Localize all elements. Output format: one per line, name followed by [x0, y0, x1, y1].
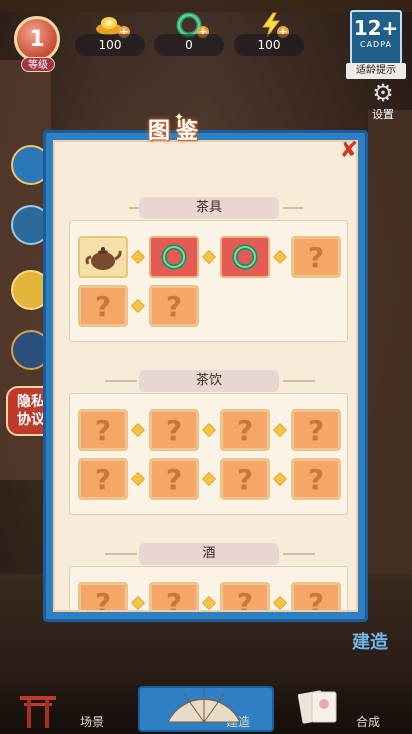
item-tile-locked[interactable]: ? [291, 582, 341, 612]
item-tile-locked[interactable]: ? [149, 409, 199, 451]
item-tile-locked[interactable]: ? [220, 458, 270, 500]
section-panel-wine: ? ? ? ? [69, 566, 348, 612]
gold-value: 100 [98, 38, 122, 52]
collection-modal: 茶具 ? ? ? 茶饮 ? ? ? ? ? ? ? ? 酒 ? ? ? ? [43, 130, 368, 622]
question-icon: ? [236, 462, 254, 496]
divider-line [105, 553, 137, 555]
level-label: 等级 [21, 57, 55, 72]
gold-counter: 100 [75, 34, 145, 56]
arrow-icon [272, 471, 288, 487]
question-icon: ? [307, 462, 325, 496]
question-icon: ? [307, 413, 325, 447]
section-title: 茶饮 [139, 370, 279, 392]
item-tile-locked[interactable]: ? [149, 458, 199, 500]
section-panel-tea-ware: ? ? ? [69, 220, 348, 342]
arrow-icon [201, 422, 217, 438]
question-icon: ? [236, 586, 254, 612]
item-tile-locked[interactable]: ? [149, 285, 199, 327]
bottom-nav: 场景 建造 合成 [0, 686, 412, 734]
section-title: 茶具 [139, 197, 279, 219]
arrow-icon [272, 595, 288, 610]
item-tile-locked[interactable]: ? [291, 236, 341, 278]
age-rating-value: 12+ [353, 16, 399, 40]
arrow-icon [272, 249, 288, 265]
item-tile-locked[interactable]: ? [220, 409, 270, 451]
item-tile-teapot[interactable] [78, 236, 128, 278]
question-icon: ? [94, 413, 112, 447]
question-icon: ? [307, 240, 325, 274]
arrow-icon [130, 298, 146, 314]
item-tile-jade-1[interactable] [149, 236, 199, 278]
fan-icon [158, 688, 250, 724]
nav-item-scene[interactable]: 场景 [80, 713, 104, 730]
modal-body: 茶具 ? ? ? 茶饮 ? ? ? ? ? ? ? ? 酒 ? ? ? ? [53, 140, 358, 612]
gear-icon: ⚙ [372, 79, 394, 107]
privacy-label: 隐私协议 [17, 394, 45, 428]
item-tile-locked[interactable]: ? [220, 582, 270, 612]
question-icon: ? [94, 289, 112, 323]
jade-bracelet-icon [232, 244, 258, 270]
teapot-icon [85, 247, 122, 270]
level-badge[interactable]: 1 [14, 16, 60, 62]
arrow-icon [130, 471, 146, 487]
section-title: 酒 [139, 543, 279, 565]
jade-value: 0 [185, 38, 193, 52]
settings-label: 设置 [372, 108, 394, 121]
settings-button[interactable]: ⚙ 设置 [368, 80, 398, 122]
divider-line [283, 207, 303, 209]
jade-counter: 0 [154, 34, 224, 56]
question-icon: ? [307, 586, 325, 612]
age-rating-label[interactable]: 适龄提示 [346, 63, 406, 79]
arrow-icon [272, 422, 288, 438]
section-header-wine: 酒 [55, 543, 356, 565]
item-tile-locked[interactable]: ? [291, 458, 341, 500]
question-icon: ? [94, 586, 112, 612]
divider-line [283, 553, 315, 555]
level-value: 1 [29, 26, 45, 52]
energy-counter: 100 [234, 34, 304, 56]
arrow-icon [201, 471, 217, 487]
cards-icon[interactable] [296, 688, 342, 726]
arrow-icon [201, 249, 217, 265]
item-tile-locked[interactable]: ? [149, 582, 199, 612]
divider-line [283, 380, 315, 382]
sparkle-icon: ✦ [174, 110, 185, 124]
divider-line [105, 380, 137, 382]
question-icon: ? [165, 586, 183, 612]
question-icon: ? [165, 289, 183, 323]
section-header-tea-drinks: 茶饮 [55, 370, 356, 392]
item-tile-locked[interactable]: ? [78, 409, 128, 451]
arrow-icon [201, 595, 217, 610]
item-tile-locked[interactable]: ? [291, 409, 341, 451]
question-icon: ? [165, 413, 183, 447]
question-icon: ? [165, 462, 183, 496]
build-float-label[interactable]: 建造 [352, 628, 388, 654]
energy-value: 100 [257, 38, 281, 52]
section-panel-tea-drinks: ? ? ? ? ? ? ? ? [69, 393, 348, 515]
item-tile-locked[interactable]: ? [78, 285, 128, 327]
right-shelf [364, 110, 412, 580]
section-header-tea-ware: 茶具 [55, 197, 356, 219]
item-tile-jade-2[interactable] [220, 236, 270, 278]
item-tile-locked[interactable]: ? [78, 458, 128, 500]
arrow-icon [130, 249, 146, 265]
arrow-icon [130, 422, 146, 438]
item-tile-locked[interactable]: ? [78, 582, 128, 612]
question-icon: ? [94, 462, 112, 496]
question-icon: ? [236, 413, 254, 447]
jade-bracelet-icon [161, 244, 187, 270]
age-rating-org: CADPA [359, 40, 392, 49]
nav-item-craft[interactable]: 合成 [356, 713, 380, 730]
close-icon[interactable]: ✘ [338, 140, 360, 162]
arrow-icon [130, 595, 146, 610]
torii-gate-icon[interactable] [18, 690, 58, 730]
